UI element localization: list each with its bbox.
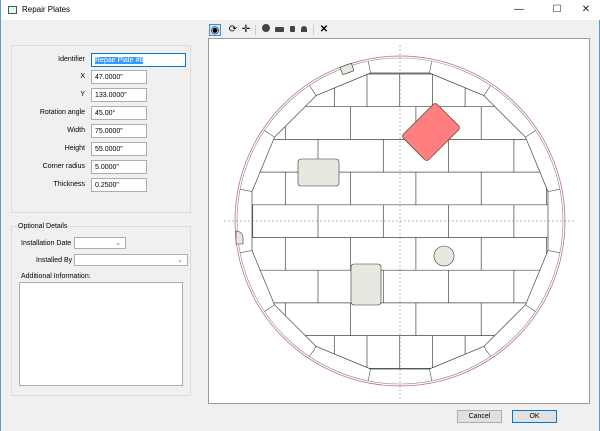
refresh-icon[interactable]: ⟳ [227,24,239,36]
x-input[interactable]: 47.0000" [91,70,147,84]
ring-segment-divider [240,188,253,192]
width-input[interactable]: 75.0000" [91,124,147,138]
ring-segment-divider [264,130,275,138]
chevron-down-icon: ⌄ [177,257,183,264]
circle-plate-icon[interactable] [260,24,272,36]
rotation-angle-value: 45.00° [95,110,116,117]
installation-date-picker[interactable]: ⌄ [74,237,126,249]
height-label: Height [64,145,85,152]
width-value: 75.0000" [95,128,123,135]
identifier-label: Identifier [58,56,85,63]
installed-by-select[interactable]: ⌄ [74,254,188,266]
repair-plate-circle[interactable] [433,245,455,267]
cancel-button[interactable]: Cancel [457,410,502,423]
ring-segment-divider [309,346,317,357]
y-value: 133.0000" [95,92,127,99]
maximize-button[interactable]: ☐ [544,2,570,18]
square-plate-icon[interactable] [286,24,298,36]
title-bar: Repair Plates — ☐ ✕ [1,0,600,20]
ring-segment-divider [264,304,275,312]
half-round-plate-icon[interactable] [298,24,310,36]
ring-segment-divider [240,250,253,254]
ring-segment-divider [367,368,371,381]
toolbar-separator [313,25,314,35]
y-label: Y [80,91,85,98]
ok-button[interactable]: OK [512,410,557,423]
chevron-down-icon: ⌄ [115,240,121,247]
move-icon[interactable]: ✛ [240,24,252,36]
corner-radius-input[interactable]: 5.0000" [91,160,147,174]
plate-drawing[interactable] [209,39,591,405]
y-input[interactable]: 133.0000" [91,88,147,102]
ring-segment-divider [309,85,317,96]
eye-icon[interactable]: ◉ [209,24,221,36]
repair-plate[interactable] [350,263,382,306]
ring-segment-divider [483,85,491,96]
installation-date-label: Installation Date [21,240,72,247]
optional-details-title: Optional Details [17,222,69,231]
selected-repair-plate[interactable] [401,102,460,161]
ring-segment-divider [367,61,371,74]
ring-segment-divider [483,346,491,357]
x-label: X [80,73,85,80]
additional-info-label: Additional Information: [21,273,91,280]
height-input[interactable]: 55.0000" [91,142,147,156]
ring-segment-divider [525,304,536,312]
identifier-value: Repair Plate #6 [95,57,144,64]
corner-radius-value: 5.0000" [95,164,119,171]
toolbar-separator [255,25,256,35]
ring-segment-divider [525,130,536,138]
ring-segment-divider [429,368,433,381]
rotation-angle-label: Rotation angle [39,109,85,116]
thickness-label: Thickness [53,181,85,188]
installed-by-label: Installed By [36,257,73,264]
ring-segment-divider [547,250,560,254]
x-value: 47.0000" [95,74,123,81]
drawing-canvas[interactable] [208,38,590,404]
rect-plate-icon[interactable] [273,24,285,36]
additional-info-textarea[interactable] [19,282,183,386]
ring-segment-divider [547,188,560,192]
repair-plate-half-round[interactable] [235,230,244,245]
height-value: 55.0000" [95,146,123,153]
window-title: Repair Plates [22,5,71,14]
thickness-input[interactable]: 0.2500" [91,178,147,192]
app-icon [8,6,17,14]
repair-plate[interactable] [297,158,340,187]
width-label: Width [67,127,85,134]
corner-radius-label: Corner radius [42,163,85,170]
delete-icon[interactable]: ✕ [318,24,330,36]
repair-plate[interactable] [339,63,355,75]
close-button[interactable]: ✕ [573,2,599,18]
identifier-input[interactable]: Repair Plate #6 [91,53,186,67]
thickness-value: 0.2500" [95,182,119,189]
rotation-angle-input[interactable]: 45.00° [91,106,147,120]
minimize-button[interactable]: — [506,2,532,18]
ring-segment-divider [429,61,433,74]
